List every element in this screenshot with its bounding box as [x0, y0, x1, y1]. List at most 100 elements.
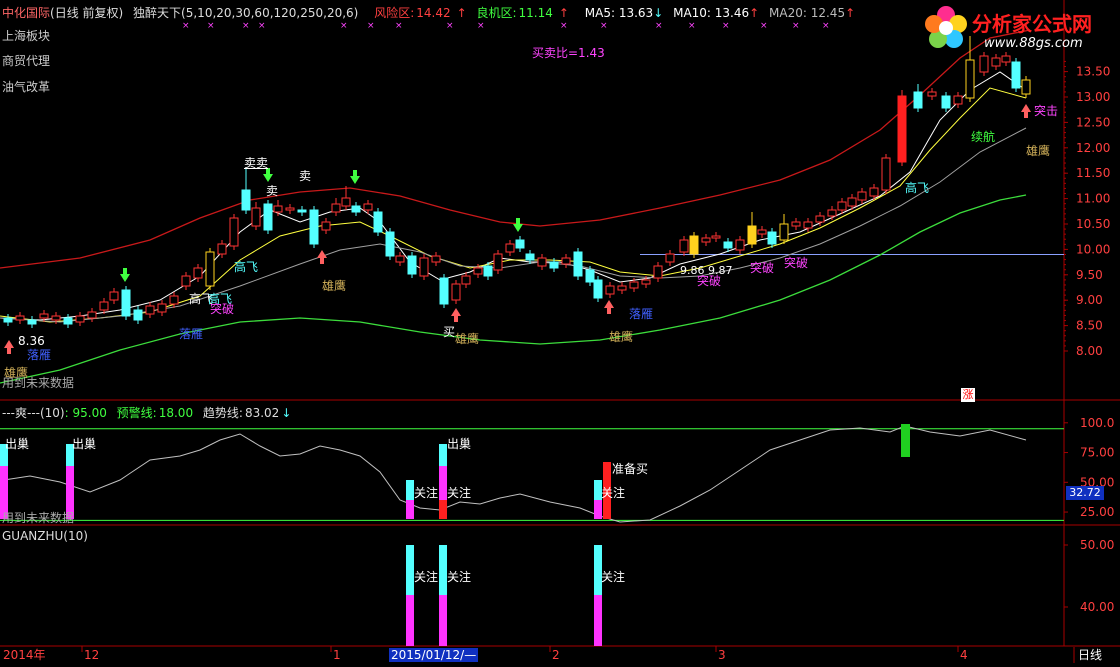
- gaofei-signal: 高飞: [234, 260, 259, 274]
- y-tick-label: 25.00: [1080, 505, 1114, 519]
- guanzhu-signal: 关注: [601, 486, 626, 500]
- candle-body: [395, 255, 405, 263]
- candle-body: [15, 315, 25, 321]
- candle-body: [897, 95, 907, 163]
- candle-body: [157, 303, 167, 313]
- sub1-current-value: 32.72: [1066, 486, 1104, 500]
- signal-bar: [406, 480, 414, 500]
- candle-body: [827, 209, 837, 217]
- range-left-value: 9.86: [680, 264, 705, 277]
- arrow-up-icon: ↑: [456, 6, 467, 20]
- marker-x-icon: ×: [822, 21, 830, 31]
- time-axis-label: 2014年: [3, 648, 46, 662]
- ma20-value: MA20: 12.45: [769, 6, 846, 20]
- candle-body: [837, 201, 847, 211]
- candle-body: [979, 55, 989, 73]
- range-right-value: 9.87: [708, 264, 733, 277]
- xiongying-signal: 雄鹰: [1026, 144, 1051, 158]
- candle-body: [803, 221, 813, 229]
- candle-body: [723, 241, 733, 249]
- time-axis-label: 12: [84, 648, 100, 662]
- kline-canvas[interactable]: × × × × × × × × × × × × × × × × × 13.50 13.00 12.50 12.00 11.…: [0, 0, 1120, 667]
- risk-value: 14.42: [416, 6, 451, 20]
- candle-body: [133, 309, 143, 321]
- candle-body: [483, 265, 493, 277]
- candle-body: [1011, 61, 1021, 89]
- candle-body: [241, 189, 251, 211]
- candle-body: [351, 205, 361, 213]
- up-arrow-icon: [4, 340, 14, 354]
- candle-body: [205, 251, 215, 287]
- up-arrow-icon: [317, 250, 327, 264]
- candle-body: [641, 279, 651, 285]
- indicator-name[interactable]: 独醉天下: [133, 6, 181, 20]
- candle-body: [309, 209, 319, 245]
- candle-body: [1001, 55, 1011, 63]
- indicator-params: (5,10,20,30,60,120,250,20,6): [181, 6, 359, 20]
- candle-body: [385, 231, 395, 257]
- candle-body: [3, 317, 13, 323]
- sector-tag[interactable]: 商贸代理: [2, 52, 50, 69]
- sector-tag[interactable]: 油气改革: [2, 78, 50, 95]
- y-tick-label: 40.00: [1080, 600, 1114, 614]
- candle-body: [757, 229, 767, 235]
- stock-name[interactable]: 中化国际: [2, 6, 50, 20]
- zhang-badge[interactable]: 涨: [961, 388, 975, 402]
- candle-body: [881, 157, 891, 191]
- y-tick-label: 12.50: [1076, 115, 1110, 129]
- candle-body: [913, 91, 923, 109]
- y-tick-label: 13.50: [1076, 65, 1110, 79]
- candle-body: [767, 231, 777, 245]
- chart-window[interactable]: × × × × × × × × × × × × × × × × × 13.50 13.00 12.50 12.00 11.…: [0, 0, 1120, 667]
- marker-x-icon: ×: [340, 21, 348, 31]
- candle-body: [285, 207, 295, 211]
- y-tick-label: 13.00: [1076, 90, 1110, 104]
- candle-body: [779, 223, 789, 241]
- arrow-up-icon: ↑: [749, 6, 760, 20]
- candle-body: [747, 225, 757, 245]
- cursor-date-label: 2015/01/12/—: [389, 648, 479, 662]
- candle-body: [439, 277, 449, 305]
- sector-tag[interactable]: 上海板块: [2, 27, 50, 44]
- candle-body: [869, 187, 879, 197]
- candle-body: [505, 243, 515, 253]
- chuchao-signal: 出巢: [72, 437, 97, 451]
- candle-body: [451, 283, 461, 301]
- candle-body: [473, 267, 483, 275]
- period-label: (日线 前复权): [50, 6, 124, 20]
- candle-body: [735, 239, 745, 251]
- signal-bar: [439, 500, 447, 519]
- tupo-signal: 突破: [210, 302, 235, 316]
- period-button[interactable]: 日线: [1078, 648, 1102, 662]
- arrow-down-icon: ↓: [281, 406, 292, 420]
- guanzhu-bar: [406, 595, 414, 646]
- marker-x-icon: ×: [207, 21, 215, 31]
- candle-body: [99, 301, 109, 311]
- sub1-title[interactable]: ---爽---(10): [2, 406, 65, 420]
- y-tick-label: 8.00: [1076, 344, 1103, 358]
- candle-body: [63, 317, 73, 325]
- time-axis-label: 4: [960, 648, 968, 662]
- trend-value: 83.02: [244, 406, 280, 420]
- sub2-title[interactable]: GUANZHU(10): [2, 529, 88, 543]
- marker-x-icon: ×: [477, 21, 485, 31]
- sell-signal: 卖: [266, 184, 279, 198]
- candle-body: [701, 237, 711, 243]
- tupo-signal: 突破: [750, 261, 775, 275]
- zhunbei-signal: 准备买: [612, 462, 649, 476]
- y-tick-label: 9.50: [1076, 268, 1103, 282]
- buy-signal: 买: [443, 325, 456, 339]
- flower-logo-icon: [925, 6, 967, 48]
- candle-body: [273, 205, 283, 213]
- up-arrow-icon: [604, 300, 614, 314]
- tuji-signal: 突击: [1034, 104, 1059, 118]
- up-arrow-icon: [1021, 104, 1031, 118]
- candle-body: [297, 209, 307, 213]
- candle-body: [217, 243, 227, 255]
- guanzhu-bar: [406, 545, 414, 595]
- marker-x-icon: ×: [688, 21, 696, 31]
- candle-body: [941, 95, 951, 109]
- candle-body: [373, 211, 383, 233]
- sell-signal: 卖: [299, 169, 312, 183]
- candle-body: [181, 275, 191, 287]
